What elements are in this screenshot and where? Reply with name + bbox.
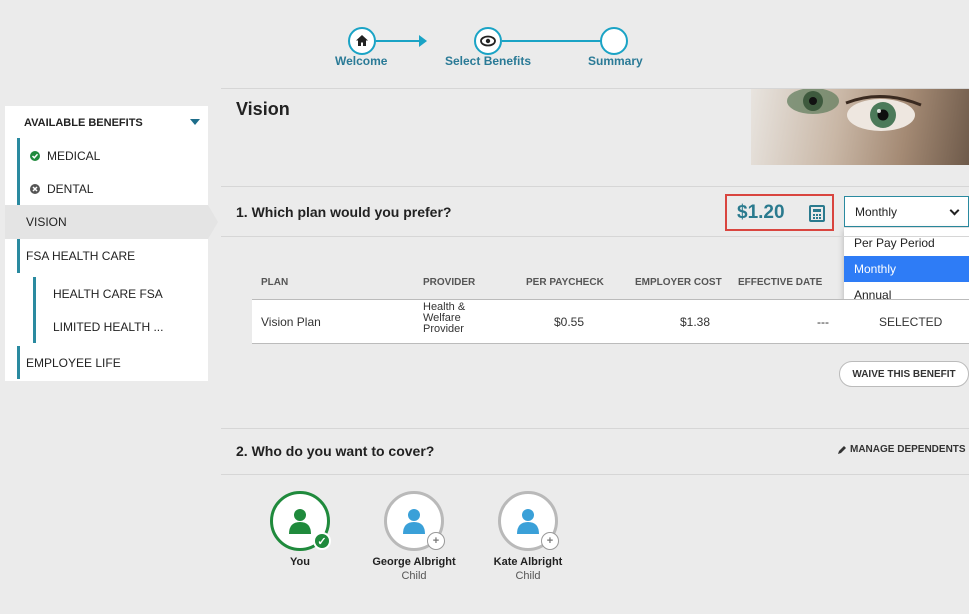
person-name: George Albright <box>372 556 456 568</box>
plus-icon: + <box>427 532 445 550</box>
cell-plan: Vision Plan <box>261 315 321 329</box>
sidebar-item-label: VISION <box>26 215 67 229</box>
calculator-icon[interactable] <box>809 205 825 222</box>
cell-employer-cost: $1.38 <box>680 315 711 329</box>
person-role: Child <box>401 570 427 582</box>
user-icon <box>403 509 425 534</box>
arrow-icon <box>419 35 427 47</box>
sidebar-item-vision[interactable]: VISION <box>5 205 218 239</box>
coverage-question: 2. Who do you want to cover? <box>236 443 435 459</box>
sidebar-header[interactable]: AVAILABLE BENEFITS <box>5 106 208 139</box>
sidebar-item-label: DENTAL <box>47 181 94 196</box>
chevron-down-icon <box>949 205 960 216</box>
person-name: Kate Albright <box>493 556 563 568</box>
sidebar-item-limited-health[interactable]: LIMITED HEALTH ... <box>5 310 208 343</box>
divider <box>221 186 969 187</box>
column-header-plan: PLAN <box>261 277 289 288</box>
x-circle-icon <box>30 183 40 194</box>
divider <box>221 474 969 475</box>
step-label-select-benefits: Select Benefits <box>445 54 532 68</box>
benefits-sidebar: AVAILABLE BENEFITS MEDICAL DENTAL VISION… <box>5 106 218 381</box>
waive-benefit-button[interactable]: WAIVE THIS BENEFIT <box>839 361 969 387</box>
sidebar-item-health-care-fsa[interactable]: HEALTH CARE FSA <box>5 277 208 310</box>
divider <box>221 236 969 237</box>
manage-dependents-label: MANAGE DEPENDENTS <box>850 444 966 455</box>
sidebar-item-label: MEDICAL <box>47 148 101 163</box>
frequency-selected-value: Monthly <box>855 204 898 219</box>
person-role: Child <box>515 570 541 582</box>
user-icon <box>517 509 539 534</box>
pencil-icon <box>838 445 846 454</box>
person-george-albright[interactable]: + <box>384 491 445 551</box>
vision-banner-image <box>751 89 969 165</box>
cell-effective-date: --- <box>817 315 829 329</box>
sidebar-item-fsa-health-care[interactable]: FSA HEALTH CARE <box>5 239 208 273</box>
column-header-effective-date: EFFECTIVE DATE <box>738 277 823 288</box>
sidebar-item-employee-life[interactable]: EMPLOYEE LIFE <box>5 346 208 379</box>
sidebar-item-label: FSA HEALTH CARE <box>26 249 136 263</box>
table-row[interactable]: Vision Plan Health & Welfare Provider $0… <box>252 299 969 344</box>
cell-per-paycheck: $0.55 <box>554 315 585 329</box>
caret-down-icon <box>190 119 200 125</box>
step-select-benefits[interactable] <box>474 27 502 55</box>
sidebar-item-medical[interactable]: MEDICAL <box>5 139 208 172</box>
step-label-welcome: Welcome <box>335 54 388 68</box>
user-icon <box>289 509 311 534</box>
step-connector <box>376 40 421 42</box>
person-name: You <box>290 556 310 568</box>
person-kate-albright[interactable]: + <box>498 491 559 551</box>
home-icon <box>356 35 368 46</box>
sidebar-header-label: AVAILABLE BENEFITS <box>24 116 143 129</box>
cell-provider: Health & Welfare Provider <box>423 301 466 335</box>
column-header-provider: PROVIDER <box>423 277 476 288</box>
sidebar-item-label: EMPLOYEE LIFE <box>26 355 121 370</box>
step-connector <box>502 40 602 42</box>
frequency-option-per-pay-period[interactable]: Per Pay Period <box>844 230 969 256</box>
plus-icon: + <box>541 532 559 550</box>
divider <box>221 428 969 429</box>
price-highlight: $1.20 <box>725 194 834 231</box>
check-icon: ✓ <box>313 532 331 550</box>
sidebar-item-dental[interactable]: DENTAL <box>5 172 208 205</box>
sidebar-item-label: HEALTH CARE FSA <box>53 286 163 301</box>
column-header-per-paycheck: PER PAYCHECK <box>526 277 604 288</box>
sidebar-item-label: LIMITED HEALTH ... <box>53 319 164 334</box>
plan-table: PLAN PROVIDER PER PAYCHECK EMPLOYER COST… <box>252 265 969 344</box>
step-label-summary: Summary <box>588 54 643 68</box>
eye-icon <box>480 35 496 47</box>
price-value: $1.20 <box>737 201 785 223</box>
cell-status: SELECTED <box>879 315 943 329</box>
plan-question: 1. Which plan would you prefer? <box>236 204 452 220</box>
column-header-employer-cost: EMPLOYER COST <box>635 277 722 288</box>
manage-dependents-link[interactable]: MANAGE DEPENDENTS <box>837 444 966 455</box>
step-welcome[interactable] <box>348 27 376 55</box>
page-title: Vision <box>236 99 290 119</box>
frequency-select[interactable]: Monthly <box>844 196 969 227</box>
progress-stepper: Welcome Select Benefits Summary <box>0 0 969 90</box>
step-summary[interactable] <box>600 27 628 55</box>
active-pointer <box>208 205 218 239</box>
person-you[interactable]: ✓ <box>270 491 331 551</box>
check-circle-icon <box>30 150 40 161</box>
